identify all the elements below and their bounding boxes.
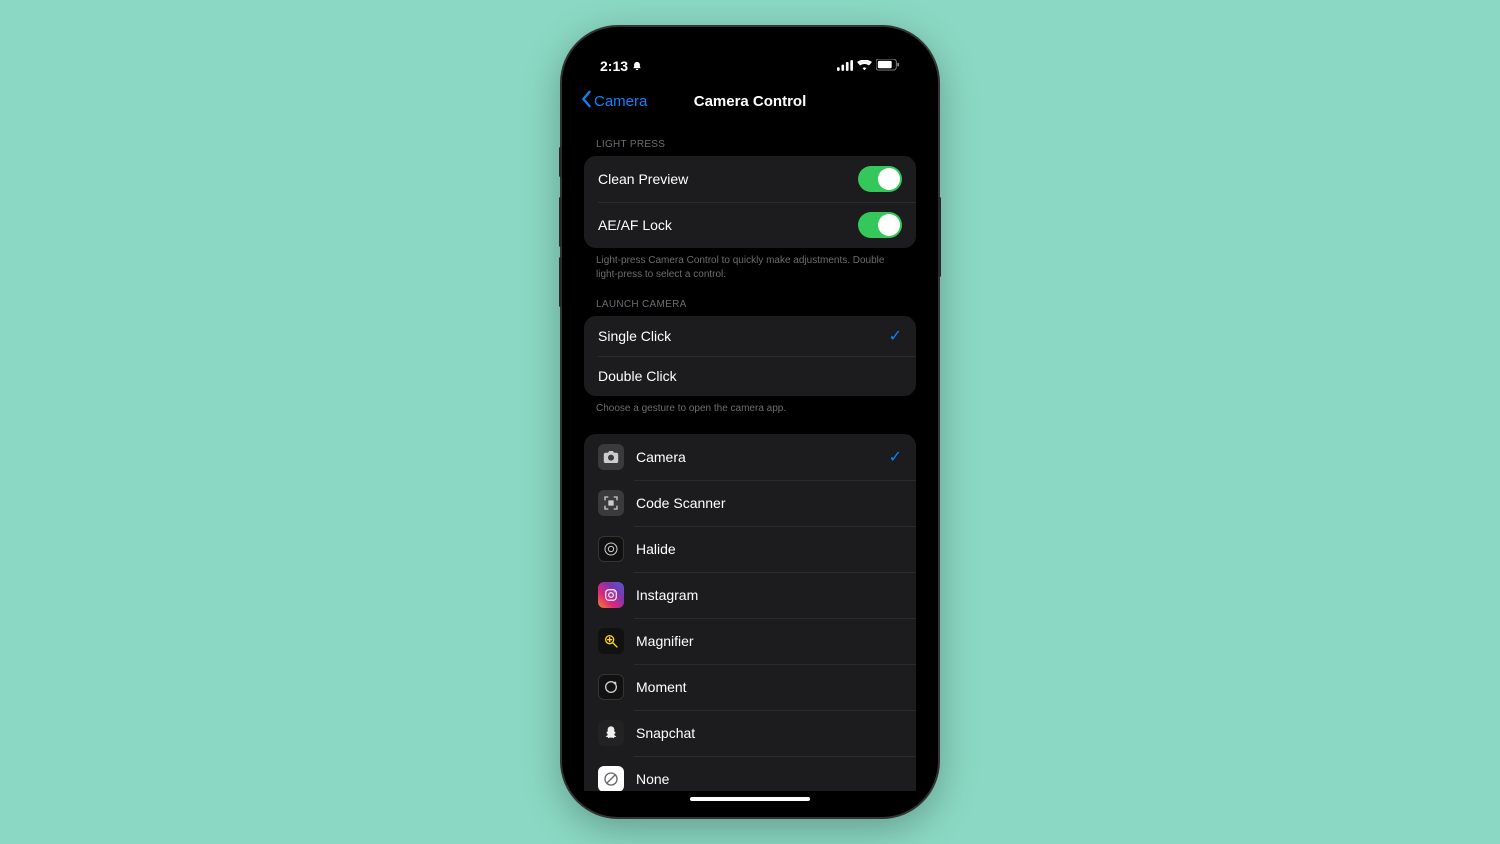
app-row-snapchat[interactable]: Snapchat bbox=[584, 710, 916, 756]
app-label: Magnifier bbox=[636, 633, 902, 649]
page-title: Camera Control bbox=[694, 93, 807, 110]
row-clean-preview[interactable]: Clean Preview bbox=[584, 156, 916, 202]
app-row-moment[interactable]: Moment bbox=[584, 664, 916, 710]
cellular-signal-icon bbox=[837, 58, 853, 74]
vol-up-button bbox=[559, 197, 562, 247]
row-label: Single Click bbox=[598, 328, 889, 344]
checkmark-icon: ✓ bbox=[889, 326, 902, 346]
status-left: 2:13 bbox=[600, 58, 642, 74]
toggle-clean-preview[interactable] bbox=[858, 166, 902, 192]
app-label: Moment bbox=[636, 679, 902, 695]
instagram-icon bbox=[598, 582, 624, 608]
mute-switch bbox=[559, 147, 562, 177]
app-row-none[interactable]: None bbox=[584, 756, 916, 792]
section-header-light-press: LIGHT PRESS bbox=[584, 121, 916, 156]
app-row-code-scanner[interactable]: Code Scanner bbox=[584, 480, 916, 526]
section-header-launch-camera: LAUNCH CAMERA bbox=[584, 281, 916, 316]
app-label: None bbox=[636, 771, 902, 787]
checkmark-icon: ✓ bbox=[889, 447, 902, 467]
home-indicator[interactable] bbox=[690, 797, 810, 801]
group-launch-camera: Single Click ✓ Double Click bbox=[584, 316, 916, 396]
settings-content[interactable]: LIGHT PRESS Clean Preview AE/AF Lock Lig… bbox=[572, 121, 928, 791]
magnifier-icon bbox=[598, 628, 624, 654]
row-label: Clean Preview bbox=[598, 171, 858, 187]
app-row-camera[interactable]: Camera ✓ bbox=[584, 434, 916, 480]
section-footer-launch-camera: Choose a gesture to open the camera app. bbox=[584, 396, 916, 416]
section-footer-light-press: Light-press Camera Control to quickly ma… bbox=[584, 248, 916, 281]
dynamic-island bbox=[700, 49, 800, 77]
wifi-icon bbox=[857, 58, 872, 74]
none-icon bbox=[598, 766, 624, 792]
battery-icon bbox=[876, 58, 900, 74]
status-right bbox=[837, 58, 900, 74]
back-label: Camera bbox=[594, 93, 647, 110]
app-row-magnifier[interactable]: Magnifier bbox=[584, 618, 916, 664]
app-label: Instagram bbox=[636, 587, 902, 603]
row-aeaf-lock[interactable]: AE/AF Lock bbox=[584, 202, 916, 248]
camera-icon bbox=[598, 444, 624, 470]
power-button bbox=[938, 197, 941, 277]
status-time: 2:13 bbox=[600, 58, 628, 74]
alarm-icon bbox=[632, 58, 642, 74]
moment-icon bbox=[598, 674, 624, 700]
phone-screen: 2:13 Cam bbox=[572, 37, 928, 807]
app-row-instagram[interactable]: Instagram bbox=[584, 572, 916, 618]
row-double-click[interactable]: Double Click bbox=[584, 356, 916, 396]
phone-mockup: 2:13 Cam bbox=[562, 27, 938, 817]
row-label: AE/AF Lock bbox=[598, 217, 858, 233]
app-row-halide[interactable]: Halide bbox=[584, 526, 916, 572]
app-label: Halide bbox=[636, 541, 902, 557]
back-button[interactable]: Camera bbox=[580, 90, 647, 112]
app-label: Snapchat bbox=[636, 725, 902, 741]
app-label: Code Scanner bbox=[636, 495, 902, 511]
code-scanner-icon bbox=[598, 490, 624, 516]
halide-icon bbox=[598, 536, 624, 562]
row-label: Double Click bbox=[598, 368, 902, 384]
vol-down-button bbox=[559, 257, 562, 307]
group-light-press: Clean Preview AE/AF Lock bbox=[584, 156, 916, 248]
app-label: Camera bbox=[636, 449, 889, 465]
row-single-click[interactable]: Single Click ✓ bbox=[584, 316, 916, 356]
group-app-picker: Camera ✓ Code Scanner Halide bbox=[584, 434, 916, 792]
snapchat-icon bbox=[598, 720, 624, 746]
navigation-bar: Camera Camera Control bbox=[572, 81, 928, 121]
chevron-left-icon bbox=[580, 90, 592, 112]
toggle-aeaf-lock[interactable] bbox=[858, 212, 902, 238]
